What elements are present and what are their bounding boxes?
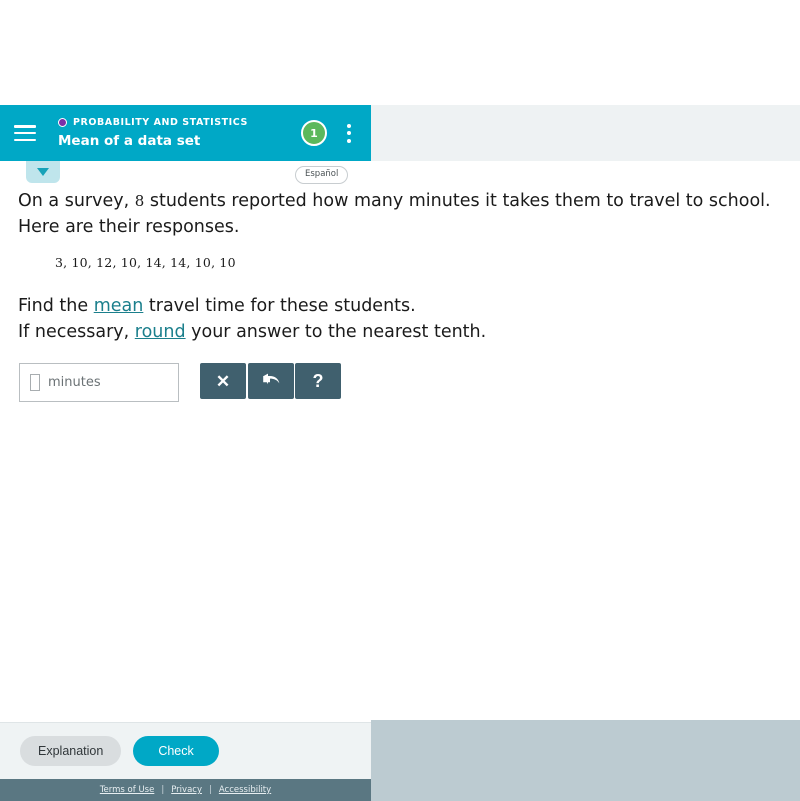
hamburger-line [14, 125, 36, 128]
hamburger-icon[interactable] [14, 125, 36, 141]
kebab-dot [347, 123, 351, 128]
topic-dot-icon [58, 118, 67, 127]
footer: Terms of Use | Privacy | Accessibility [0, 779, 371, 801]
kebab-menu-icon[interactable] [339, 120, 359, 146]
chevron-down-icon [37, 168, 49, 176]
drawer-toggle-button[interactable] [26, 161, 60, 183]
app-header: PROBABILITY AND STATISTICS Mean of a dat… [0, 105, 371, 161]
kebab-dot [347, 138, 351, 143]
round-glossary-link[interactable]: round [135, 322, 186, 342]
language-toggle-button[interactable]: Español [295, 166, 349, 184]
data-values-list: 3, 10, 12, 10, 14, 14, 10, 10 [55, 255, 236, 270]
instruction-line-2: If necessary, round your answer to the n… [18, 319, 800, 345]
breadcrumb-label: PROBABILITY AND STATISTICS [73, 116, 248, 128]
footer-separator: | [161, 785, 165, 795]
prompt-text-part1: On a survey, [18, 191, 135, 211]
answer-toolbar: ✕ ? [200, 363, 341, 399]
explanation-button[interactable]: Explanation [20, 736, 122, 766]
hamburger-line [14, 131, 36, 135]
help-button[interactable]: ? [295, 363, 341, 399]
answer-row: minutes ✕ ? [19, 363, 341, 402]
instruction-1-after: travel time for these students. [143, 296, 416, 316]
question-body: On a survey, 8 students reported how man… [18, 188, 800, 345]
instruction-2-before: If necessary, [18, 322, 135, 342]
page-title: Mean of a data set [58, 132, 201, 149]
mean-glossary-link[interactable]: mean [94, 296, 144, 316]
question-instructions: Find the mean travel time for these stud… [18, 293, 800, 345]
instruction-1-before: Find the [18, 296, 94, 316]
answer-input[interactable]: minutes [19, 363, 179, 402]
privacy-link[interactable]: Privacy [171, 785, 202, 795]
clear-button[interactable]: ✕ [200, 363, 246, 399]
close-x-icon: ✕ [215, 371, 231, 391]
hamburger-line [14, 138, 36, 141]
undo-arrow-icon [263, 373, 280, 384]
instruction-2-after: your answer to the nearest tenth. [185, 322, 487, 342]
page-root: PROBABILITY AND STATISTICS Mean of a dat… [0, 0, 800, 801]
breadcrumb: PROBABILITY AND STATISTICS [58, 117, 301, 129]
kebab-dot [347, 131, 351, 135]
action-bar: Explanation Check [0, 722, 371, 779]
question-prompt: On a survey, 8 students reported how man… [18, 188, 800, 240]
undo-button[interactable] [247, 363, 294, 399]
answer-unit-label: minutes [48, 375, 101, 390]
header-right-background [371, 105, 800, 161]
progress-badge[interactable]: 1 [301, 120, 327, 146]
terms-of-use-link[interactable]: Terms of Use [100, 785, 155, 795]
check-button[interactable]: Check [133, 736, 219, 766]
header-titles: PROBABILITY AND STATISTICS Mean of a dat… [58, 117, 301, 150]
prompt-student-count: 8 [134, 192, 145, 210]
bottom-right-background [371, 720, 800, 801]
instruction-line-1: Find the mean travel time for these stud… [18, 293, 800, 319]
accessibility-link[interactable]: Accessibility [219, 785, 271, 795]
footer-separator: | [208, 785, 212, 795]
question-mark-icon: ? [312, 371, 324, 391]
answer-placeholder-box-icon [30, 374, 40, 391]
